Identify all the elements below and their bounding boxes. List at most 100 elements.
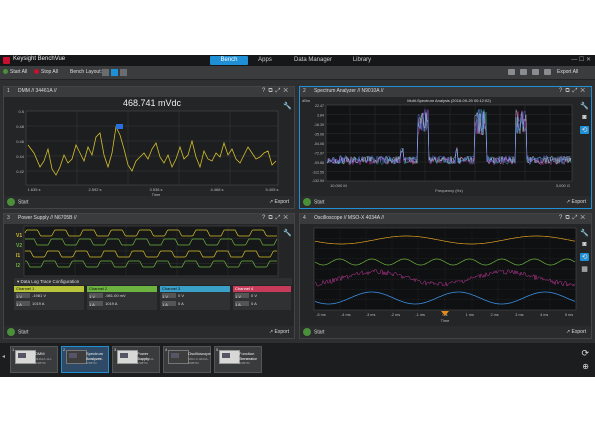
current-row: 1 A0 A <box>160 300 230 308</box>
tab-apps[interactable]: Apps <box>253 56 277 65</box>
start-button[interactable]: Start <box>303 328 325 336</box>
benchvue-window: Keysight BenchVue Bench Apps Data Manage… <box>0 55 595 377</box>
export-label: Export <box>274 199 289 205</box>
export-button[interactable]: ↗ Export <box>269 199 289 205</box>
dmm-reading: 468.741 mVdc <box>123 98 182 108</box>
data-log-config: ▾ Data Log Trace Configuration Channel 1… <box>14 278 292 326</box>
wrench-icon[interactable]: 🔧 <box>580 102 589 110</box>
play-icon <box>3 69 8 75</box>
start-button[interactable]: Start <box>7 198 29 206</box>
trace-label-i1: I1 <box>16 253 20 259</box>
spectrum-chart[interactable]: Multi-Spectrum Analysis (2016-09-29 00:1… <box>300 97 580 197</box>
x-tick-label: 2 ms <box>490 313 498 317</box>
instrument-thumb-dmm[interactable]: 1 DMM 34461A-111-USBTM <box>10 346 58 373</box>
settings-grid-icon[interactable]: ▦ <box>580 265 589 273</box>
start-label: Start <box>18 199 29 206</box>
flag-marker-icon[interactable] <box>116 124 123 129</box>
panel-number: 1 <box>7 88 10 94</box>
instrument-thumb-power[interactable]: 3 Power Supply N6705B-111-USBTM <box>112 346 160 373</box>
trace-label-i2: I2 <box>16 263 20 269</box>
tab-data-manager[interactable]: Data Manager <box>288 56 338 65</box>
power-supply-panel: 3 Power Supply // N6705B // ?⧉⤢✕ V1 V2 I… <box>3 213 295 339</box>
power-supply-chart[interactable]: V1 V2 I1 I2 <box>4 224 284 280</box>
voltage-setting[interactable]: 1 V <box>235 293 249 299</box>
data-log-title: Data Log Trace Configuration <box>20 279 80 284</box>
current-reading: 0 A <box>251 301 257 306</box>
oscilloscope-chart[interactable]: -5 ms-4 ms-3 ms-2 ms-1 ms0 s1 ms2 ms3 ms… <box>300 224 580 328</box>
x-tick-label: 5 ms <box>565 313 573 317</box>
voltage-setting[interactable]: 1 V <box>16 293 30 299</box>
x-tick-label: 4.468 s <box>210 187 223 192</box>
save-icon[interactable] <box>520 69 527 75</box>
layout-single-button[interactable] <box>102 69 109 76</box>
panel-header-icons[interactable]: ?⧉⤢✕ <box>559 215 588 222</box>
wrench-icon[interactable]: 🔧 <box>283 102 292 110</box>
current-setting[interactable]: 1 A <box>89 301 103 307</box>
export-button[interactable]: ↗ Export <box>566 329 586 335</box>
start-button[interactable]: Start <box>7 328 29 336</box>
export-button[interactable]: ↗ Export <box>566 199 586 205</box>
thumb-address: 34461A-111-USBTM <box>35 357 52 365</box>
panel-header-icons[interactable]: ?⧉⤢✕ <box>262 215 291 222</box>
y-tick-label: 0.42 <box>16 169 25 174</box>
voltage-reading: 0 V <box>178 293 185 298</box>
x-tick-label: 2.592 s <box>88 187 101 192</box>
window-controls[interactable]: — ☐ ✕ <box>571 56 591 63</box>
layout-columns-button[interactable] <box>120 69 127 76</box>
voltage-setting[interactable]: 1 V <box>162 293 176 299</box>
keysight-logo-icon <box>3 57 10 64</box>
instrument-thumb-fgen[interactable]: 5 Function Generator 33522B-111-USBTM <box>214 346 262 373</box>
thumb-address: N6705B-111-USBTM <box>137 357 155 365</box>
tab-library[interactable]: Library <box>347 56 377 65</box>
y-tick-label: -93.88 <box>314 161 324 165</box>
refresh-instruments-icon[interactable]: ⟳ <box>581 348 589 359</box>
current-setting[interactable]: 1 A <box>162 301 176 307</box>
play-icon <box>7 328 15 336</box>
camera-icon[interactable] <box>544 69 551 75</box>
panel-side-tools: 🔧 <box>283 229 292 241</box>
panel-title: DMM // 34461A // <box>18 88 57 94</box>
camera-icon[interactable]: ◙ <box>580 241 589 249</box>
dmm-chart[interactable]: 468.741 mVdc 0.5 0.48 0.46 0.44 0.42 1.6… <box>4 97 294 197</box>
current-setting[interactable]: 1 A <box>16 301 30 307</box>
panel-header: 2 Spectrum Analyzer // N9010A // ?⧉⤢✕ <box>300 87 591 97</box>
wrench-icon[interactable]: 🔧 <box>580 229 589 237</box>
panel-header-icons[interactable]: ?⧉⤢✕ <box>262 88 291 95</box>
y-tick-label: -16.39 <box>314 123 324 127</box>
export-all-button[interactable]: Export All <box>557 69 578 75</box>
stop-all-button[interactable]: Stop All <box>34 69 58 75</box>
instrument-thumb-spectrum[interactable]: 2 Spectrum Analyzer N9010A-111-USBTM <box>61 346 109 373</box>
x-tick-label: 5.405 s <box>265 187 278 192</box>
voltage-setting[interactable]: 1 V <box>89 293 103 299</box>
start-button[interactable]: Start <box>303 198 325 206</box>
camera-icon[interactable]: ◙ <box>580 114 589 122</box>
tray-collapse-icon[interactable]: ◂ <box>2 353 5 360</box>
y-tick-label: -112.55 <box>312 171 324 175</box>
export-button[interactable]: ↗ Export <box>269 329 289 335</box>
refresh-icon[interactable]: ⟲ <box>580 126 589 134</box>
panel-header: 4 Oscilloscope // MSO-X 4034A // ?⧉⤢✕ <box>300 214 591 224</box>
x-tick-label: 1 ms <box>466 313 474 317</box>
current-setting[interactable]: 1 A <box>235 301 249 307</box>
panel-header: 1 DMM // 34461A // ?⧉⤢✕ <box>4 87 294 97</box>
panel-header-icons[interactable]: ?⧉⤢✕ <box>559 88 588 95</box>
start-all-button[interactable]: Start All <box>3 69 27 75</box>
folder-icon[interactable] <box>532 69 539 75</box>
panel-title: Spectrum Analyzer // N9010A // <box>314 88 384 94</box>
wrench-icon[interactable]: 🔧 <box>283 229 292 237</box>
play-icon <box>7 198 15 206</box>
layout-quad-button[interactable] <box>111 69 118 76</box>
thumb-number: 1 <box>12 347 15 352</box>
stop-icon <box>34 69 39 75</box>
thumb-number: 4 <box>165 347 168 352</box>
add-instrument-icon[interactable]: ⊕ <box>582 362 589 371</box>
data-log-header[interactable]: ▾ Data Log Trace Configuration <box>14 278 292 285</box>
tab-bench[interactable]: Bench <box>210 56 248 65</box>
x-tick-label: 1.635 s <box>27 187 40 192</box>
instrument-thumb-scope[interactable]: 4 Oscilloscope MSO-X-4034A-USBTM <box>163 346 211 373</box>
refresh-icon[interactable]: ⟲ <box>580 253 589 261</box>
instrument-image <box>15 350 36 364</box>
y-tick-labels: 0.5 0.48 0.46 0.44 0.42 <box>16 109 25 174</box>
export-label: Export <box>571 329 586 335</box>
open-icon[interactable] <box>508 69 515 75</box>
